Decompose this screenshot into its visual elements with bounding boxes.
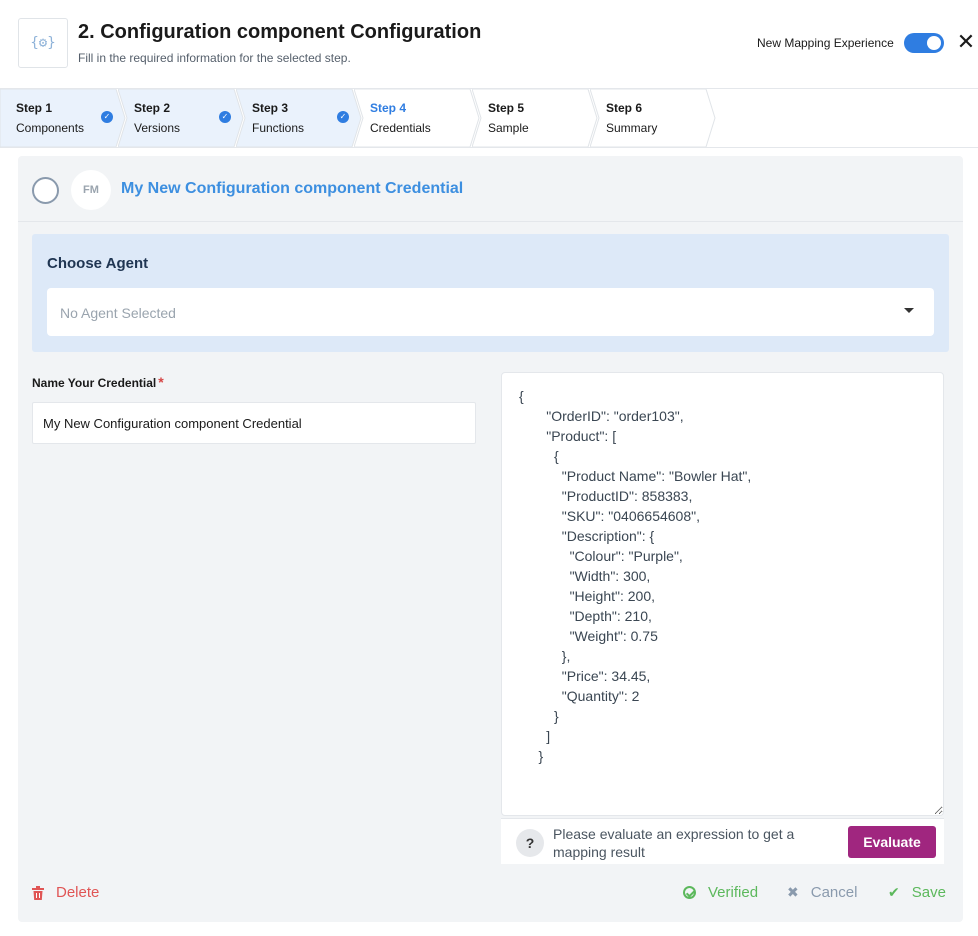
page-subtitle: Fill in the required information for the…	[78, 51, 351, 65]
verified-label: Verified	[708, 884, 759, 901]
agent-dropdown[interactable]: No Agent Selected	[47, 288, 934, 336]
tab-step-6[interactable]: Step 6 Summary	[590, 89, 716, 147]
required-marker: *	[158, 374, 164, 390]
delete-button[interactable]: Delete	[32, 884, 99, 901]
step-chevron-shape	[590, 89, 716, 147]
step-name: Versions	[134, 121, 181, 135]
check-circle-icon	[683, 886, 696, 899]
step-number: Step 5	[488, 101, 525, 115]
step-number: Step 1	[16, 101, 53, 115]
page-title: 2. Configuration component Configuration	[78, 21, 482, 43]
evaluate-button[interactable]: Evaluate	[848, 826, 936, 858]
evaluate-bar: ? Please evaluate an expression to get a…	[501, 818, 944, 864]
credential-name-label-text: Name Your Credential	[32, 376, 157, 390]
save-label: Save	[911, 884, 946, 901]
verified-status: Verified	[683, 884, 758, 901]
toggle-knob	[927, 36, 941, 50]
close-icon: ✖	[787, 884, 799, 900]
question-icon: ?	[516, 829, 544, 857]
step-name: Functions	[252, 121, 305, 135]
agent-dropdown-value: No Agent Selected	[60, 305, 176, 321]
choose-agent-label: Choose Agent	[47, 255, 149, 272]
step-name: Credentials	[370, 121, 431, 135]
step-number: Step 4	[370, 101, 407, 115]
tab-step-5[interactable]: Step 5 Sample	[472, 89, 598, 147]
cancel-label: Cancel	[810, 884, 858, 901]
step-name: Sample	[488, 121, 529, 135]
page-header: {⚙} 2. Configuration component Configura…	[0, 0, 978, 89]
delete-label: Delete	[56, 884, 100, 901]
footer-actions: Delete Verified ✖ Cancel ✔ Save	[18, 880, 963, 908]
tab-step-3[interactable]: Step 3 Functions ✓	[236, 89, 362, 147]
save-button[interactable]: ✔ Save	[888, 884, 946, 901]
credential-name-label: Name Your Credential *	[32, 374, 164, 390]
mapping-experience-toggle[interactable]	[904, 33, 944, 53]
tab-step-2[interactable]: Step 2 Versions ✓	[118, 89, 244, 147]
trash-icon	[32, 885, 44, 900]
caret-down-icon	[904, 308, 914, 313]
choose-agent-panel: Choose Agent No Agent Selected	[32, 234, 949, 352]
tab-step-4[interactable]: Step 4 Credentials	[354, 89, 480, 147]
avatar: FM	[71, 170, 111, 210]
credential-select-radio[interactable]	[32, 177, 59, 204]
step-name: Summary	[606, 121, 658, 135]
step-chevron-shape	[472, 89, 598, 147]
step-name: Components	[16, 121, 85, 135]
step-number: Step 6	[606, 101, 643, 115]
step-number: Step 3	[252, 101, 289, 115]
step-wizard: Step 1 Components ✓ Step 2 Versions ✓ St…	[0, 89, 978, 148]
credential-title: My New Configuration component Credentia…	[121, 180, 464, 197]
expression-editor[interactable]: { "OrderID": "order103", "Product": [ { …	[501, 372, 944, 816]
component-logo-icon: {⚙}	[18, 18, 68, 68]
credential-name-input[interactable]	[32, 402, 476, 444]
tab-step-1[interactable]: Step 1 Components ✓	[0, 89, 126, 147]
step-number: Step 2	[134, 101, 171, 115]
check-icon: ✔	[888, 884, 900, 900]
evaluate-hint: Please evaluate an expression to get a m…	[553, 826, 795, 860]
check-icon: ✓	[337, 111, 349, 123]
step-chevron-shape	[354, 89, 480, 147]
credential-card: FM My New Configuration component Creden…	[18, 156, 963, 922]
check-icon: ✓	[219, 111, 231, 123]
mapping-toggle-label: New Mapping Experience	[757, 36, 894, 50]
check-icon: ✓	[101, 111, 113, 123]
close-icon[interactable]: ✕	[956, 31, 976, 53]
credential-header: FM My New Configuration component Creden…	[18, 156, 963, 222]
cancel-button[interactable]: ✖ Cancel	[787, 884, 857, 901]
